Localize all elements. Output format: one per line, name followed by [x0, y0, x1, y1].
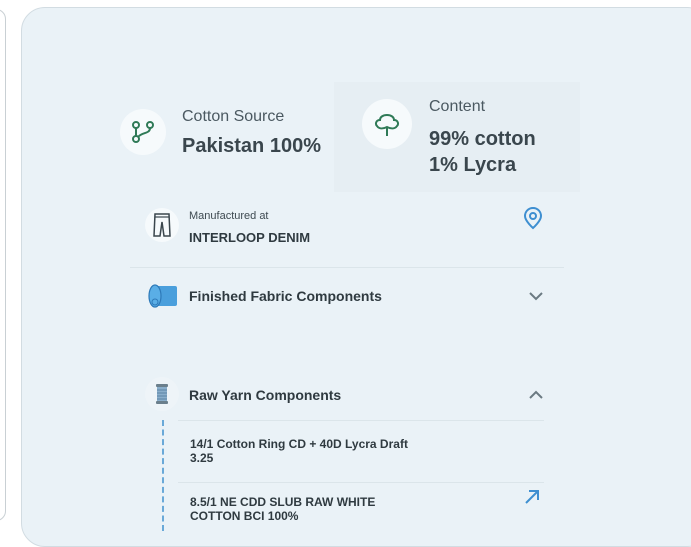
location-pin-icon[interactable]	[523, 206, 543, 235]
arrow-up-right-icon[interactable]	[523, 488, 541, 511]
chevron-down-icon[interactable]	[528, 289, 544, 307]
manufactured-value: INTERLOOP DENIM	[189, 230, 311, 245]
yarn-tree-line	[162, 420, 164, 531]
divider	[130, 267, 564, 268]
manufactured-label: Manufactured at	[189, 210, 269, 222]
cotton-plant-icon	[362, 99, 412, 149]
content-value-cotton: 99% cotton	[429, 128, 536, 150]
branch-icon	[120, 109, 166, 155]
yarn-spool-icon	[145, 377, 179, 411]
yarn-item[interactable]: 8.5/1 NE CDD SLUB RAW WHITE COTTON BCI 1…	[190, 495, 375, 523]
content-label: Content	[429, 98, 486, 115]
left-panel	[0, 9, 6, 521]
cotton-source-card: Cotton Source Pakistan 100%	[111, 85, 331, 192]
fabric-roll-icon	[147, 282, 177, 315]
chevron-up-icon[interactable]	[528, 388, 544, 406]
finished-fabric-title: Finished Fabric Components	[189, 288, 382, 304]
cotton-source-value: Pakistan 100%	[182, 135, 321, 157]
divider	[178, 420, 544, 421]
jeans-icon	[145, 208, 179, 242]
content-card: Content 99% cotton 1% Lycra	[334, 82, 580, 192]
divider	[178, 482, 544, 483]
content-value-lycra: 1% Lycra	[429, 154, 517, 176]
raw-yarn-title: Raw Yarn Components	[189, 387, 342, 403]
yarn-item[interactable]: 14/1 Cotton Ring CD + 40D Lycra Draft 3.…	[190, 437, 408, 465]
cotton-source-label: Cotton Source	[182, 108, 285, 125]
